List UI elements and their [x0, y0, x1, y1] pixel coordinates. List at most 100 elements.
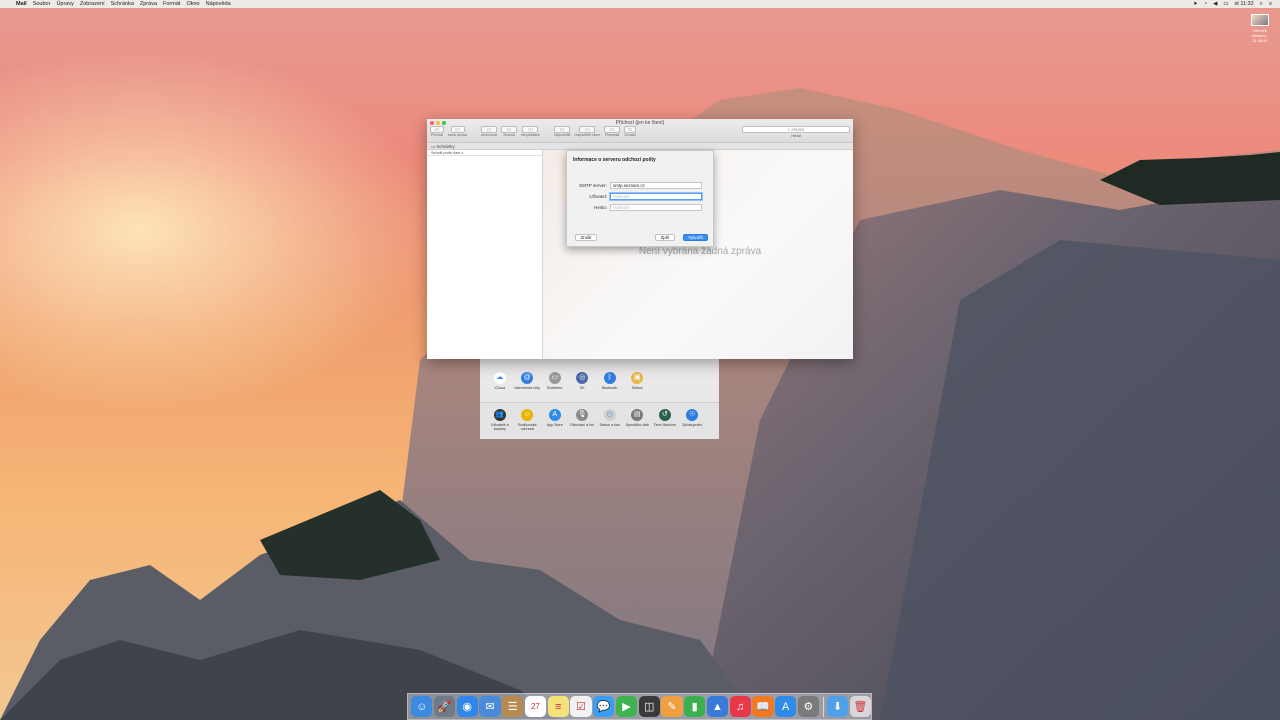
pref-sd-len-[interactable]: ▣ Sdílení	[624, 372, 652, 390]
downloads-folder-icon[interactable]: ⬇	[826, 695, 849, 718]
menu-item-window[interactable]: Okno	[186, 1, 199, 7]
pref-app-store[interactable]: A App Store	[541, 409, 569, 439]
pref-bluetooth[interactable]: ᛒ Bluetooth	[596, 372, 624, 390]
pref-rodi-ovsk-ochrana[interactable]: ☺ Rodičovská ochrana	[514, 409, 542, 439]
toolbar-item-reply-all[interactable]: ▭ Odpovědět všem	[575, 126, 600, 137]
search-input[interactable]: ⌕ Hledat	[742, 126, 850, 133]
pref-label: iCloud	[494, 386, 505, 390]
pref-datum-a-as[interactable]: ◷ Datum a čas	[596, 409, 624, 439]
create-button[interactable]: Vytvořit	[683, 234, 708, 241]
menu-item-edit[interactable]: Úpravy	[56, 1, 73, 7]
pref-icon: ᛒ	[603, 372, 616, 384]
menu-item-message[interactable]: Zpráva	[140, 1, 157, 7]
menu-item-mail[interactable]: Mail	[16, 1, 27, 7]
photo-booth-icon[interactable]: ◫	[638, 695, 660, 718]
pages-icon[interactable]: ✎	[661, 695, 683, 718]
mail-toolbar: ▭ Příchozí ▭ Nová zpráva ▭ Archivovat ▭ Sma…	[430, 126, 637, 137]
pref-internetov-ty[interactable]: @ Internetové účty	[514, 372, 542, 390]
pref-time-machine[interactable]: ↺ Time Machine	[651, 409, 679, 439]
toolbar-item-reply[interactable]: ▭ Odpovědět	[554, 126, 571, 137]
toolbar-item-flag[interactable]: ▭ Označit	[624, 126, 637, 137]
app-store-icon[interactable]: A	[775, 695, 797, 718]
cancel-button[interactable]: Zrušit	[575, 234, 597, 241]
trash-icon: ▭	[501, 126, 518, 133]
toolbar-item-trash[interactable]: ▭ Smazat	[501, 126, 518, 137]
pref-s-[interactable]: ◎ Síť	[569, 372, 597, 390]
pref-icon: ☉	[686, 409, 699, 421]
pref-label: Rozšíření	[547, 386, 563, 390]
launchpad-icon[interactable]: 🚀	[433, 695, 456, 718]
system-preferences-icon[interactable]: ⚙	[797, 695, 820, 718]
pref-icon: @	[521, 372, 534, 384]
sort-by-date[interactable]: Seřadit podle data ∨	[427, 150, 542, 156]
favorites-bar: ▭ Schránky	[427, 143, 853, 150]
itunes-icon[interactable]: ♫	[729, 695, 751, 718]
facetime-icon[interactable]: ▶	[615, 695, 638, 718]
menu-item-format[interactable]: Formát	[163, 1, 180, 7]
toolbar-item-junk[interactable]: ▭ Nevyžádané	[521, 126, 540, 137]
pref-label: Rodičovská ochrana	[517, 423, 537, 432]
menubar-clock[interactable]: st 11:32	[1235, 1, 1254, 7]
password-field[interactable]: Volitelné	[610, 204, 702, 211]
calendar-icon[interactable]: 27	[524, 695, 547, 718]
toolbar-label: Odpovědět	[553, 133, 571, 137]
desktop-file-screenshot[interactable]: Snímek obrazov... 11.36.51	[1245, 14, 1275, 43]
outgoing-server-dialog: Informace o serveru odchozí pošty SMTP s…	[566, 150, 714, 247]
pref-icon: ↺	[658, 409, 671, 421]
volume-icon[interactable]: ◀	[1213, 1, 1217, 7]
pref-spou-t-c-disk[interactable]: ▤ Spouštěcí disk	[624, 409, 652, 439]
safari-icon[interactable]: ◉	[456, 695, 478, 718]
spotlight-icon[interactable]: ⌕	[1260, 1, 1263, 8]
menu-item-mailbox[interactable]: Schránka	[111, 1, 134, 7]
reminders-icon[interactable]: ☑	[570, 695, 592, 718]
smtp-label: SMTP server:	[579, 183, 607, 188]
pref-zp-stupn-n-[interactable]: ☉ Zpřístupnění	[679, 409, 707, 439]
user-field[interactable]: Volitelné	[610, 193, 702, 200]
ibooks-icon[interactable]: 📖	[752, 695, 774, 718]
pref-u-ivatel-a-skupiny[interactable]: 👥 Uživatelé a skupiny	[486, 409, 514, 439]
pref-icon: 🎙	[576, 409, 589, 421]
smtp-server-field[interactable]: smtp.seznam.cz	[610, 182, 702, 189]
compose-icon: ▭	[450, 126, 465, 133]
pref-roz-en-[interactable]: ▭ Rozšíření	[541, 372, 569, 390]
pref-label: Time Machine	[653, 423, 676, 427]
sysprefs-row-system: 👥 Uživatelé a skupiny ☺ Rodičovská ochran…	[480, 402, 719, 439]
no-message-selected: Není vybrána žádná zpráva	[638, 246, 762, 257]
dock-separator	[822, 696, 824, 717]
toolbar-label: Přeposlat	[604, 133, 620, 137]
location-icon[interactable]: ➤	[1193, 1, 1198, 7]
contacts-icon[interactable]: ☰	[502, 695, 524, 718]
back-button[interactable]: Zpět	[655, 234, 675, 241]
menu-item-help[interactable]: Nápověda	[206, 1, 231, 7]
battery-icon[interactable]: ▭	[1223, 1, 1228, 7]
sysprefs-row-internet: ☁ iCloud @ Internetové účty ▭ Rozšíření ◎ S…	[480, 372, 719, 390]
wifi-icon[interactable]: ◔	[1204, 1, 1207, 7]
forward-icon: ▭	[604, 126, 621, 133]
trash-icon[interactable]: 🗑	[849, 695, 871, 718]
pref-icloud[interactable]: ☁ iCloud	[486, 372, 514, 390]
reply-all-icon: ▭	[579, 126, 596, 133]
toolbar-item-archive[interactable]: ▭ Archivovat	[481, 126, 498, 137]
finder-icon[interactable]: ☺	[411, 695, 433, 718]
messages-icon[interactable]: 💬	[593, 695, 615, 718]
mail-app-icon[interactable]: ✉	[479, 695, 501, 718]
pref-icon: A	[548, 409, 561, 421]
password-row: Heslo: Volitelné	[567, 204, 715, 212]
numbers-icon[interactable]: ▮	[684, 695, 706, 718]
keynote-icon[interactable]: ▲	[706, 695, 729, 718]
toolbar-item-compose[interactable]: ▭ Nová zpráva	[448, 126, 467, 137]
pref-diktov-n-a-e-[interactable]: 🎙 Diktování a řeč	[569, 409, 597, 439]
pref-icon: ☁	[493, 372, 506, 384]
menu-item-file[interactable]: Soubor	[33, 1, 51, 7]
pref-icon: ▤	[631, 409, 644, 421]
pref-label: Datum a čas	[599, 423, 620, 427]
message-list[interactable]: Seřadit podle data ∨	[427, 150, 543, 359]
toolbar-label: Nevyžádané	[521, 133, 540, 137]
mailboxes-button[interactable]: ▭ Schránky	[431, 144, 455, 149]
notes-icon[interactable]: ≡	[547, 695, 569, 718]
toolbar-item-envelope[interactable]: ▭ Příchozí	[430, 126, 444, 137]
notification-center-icon[interactable]: ≡	[1269, 1, 1272, 7]
toolbar-item-forward[interactable]: ▭ Přeposlat	[604, 126, 621, 137]
user-row: Uživatel: Volitelné	[567, 193, 715, 201]
menu-item-view[interactable]: Zobrazení	[80, 1, 105, 7]
